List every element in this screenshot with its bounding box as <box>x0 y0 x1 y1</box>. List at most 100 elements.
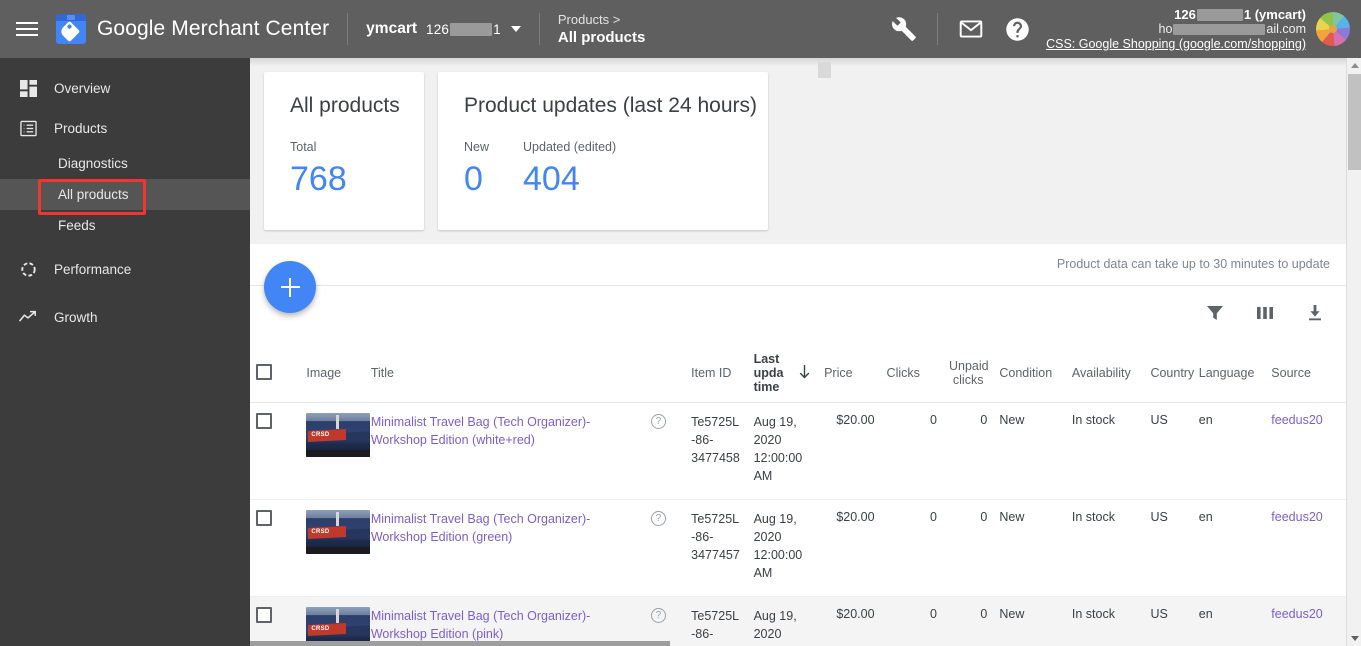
breadcrumb-current: All products <box>557 29 646 46</box>
source-link[interactable]: feedus20 <box>1271 607 1322 621</box>
vertical-scrollbar-thumb[interactable] <box>1348 74 1361 170</box>
product-title-link[interactable]: Minimalist Travel Bag (Tech Organizer)-W… <box>371 607 639 643</box>
column-header-availability[interactable]: Availability <box>1065 344 1145 403</box>
row-item-id: Te5725L-86- <box>685 596 748 646</box>
scroll-down-arrow-icon[interactable] <box>1347 631 1361 646</box>
sidebar-item-all-products[interactable]: All products <box>0 179 250 210</box>
column-header-last-update-time[interactable]: Last upda time <box>747 344 819 403</box>
column-header-language[interactable]: Language <box>1192 344 1266 403</box>
product-title-link[interactable]: Minimalist Travel Bag (Tech Organizer)-W… <box>371 413 639 449</box>
css-provider-link[interactable]: CSS: Google Shopping (google.com/shoppin… <box>1046 37 1306 52</box>
row-price: $20.00 <box>818 596 881 646</box>
metric-label: Updated (edited) <box>523 140 617 154</box>
products-table-wrapper[interactable]: Image Title Item ID Last upda time Price… <box>250 344 1346 646</box>
row-unpaid-clicks: 0 <box>943 499 994 597</box>
scroll-up-arrow-icon[interactable] <box>1347 58 1361 73</box>
row-country: US <box>1144 499 1193 597</box>
row-checkbox[interactable] <box>256 607 272 623</box>
column-header-unpaid-clicks[interactable]: Unpaid clicks <box>943 344 994 403</box>
metric-total: Total 768 <box>290 140 398 198</box>
row-last-update-time: Aug 19, 2020 <box>747 596 819 646</box>
circle-segments-icon <box>18 261 38 278</box>
select-all-header <box>250 344 301 403</box>
divider-4 <box>250 285 1346 286</box>
vertical-scrollbar[interactable] <box>1346 58 1361 646</box>
column-header-price[interactable]: Price <box>818 344 881 403</box>
sidebar-item-label: All products <box>58 187 129 202</box>
avatar[interactable] <box>1316 12 1350 46</box>
metric-label: Total <box>290 140 317 154</box>
sidebar-item-feeds[interactable]: Feeds <box>0 210 250 241</box>
table-row[interactable]: CRSD Minimalist Travel Bag (Tech Organiz… <box>250 499 1346 597</box>
question-mark-circle-icon[interactable] <box>994 0 1040 58</box>
redacted-block-2 <box>1196 9 1243 22</box>
column-header-condition[interactable]: Condition <box>993 344 1066 403</box>
download-icon[interactable] <box>1304 302 1326 324</box>
envelope-icon[interactable] <box>948 0 994 58</box>
question-mark-circle-icon[interactable]: ? <box>650 511 666 526</box>
column-header-image[interactable]: Image <box>300 344 365 403</box>
row-country: US <box>1144 596 1193 646</box>
question-mark-circle-icon[interactable]: ? <box>650 608 666 623</box>
row-source-cell: feedus20 <box>1265 402 1346 500</box>
column-header-clicks[interactable]: Clicks <box>880 344 943 403</box>
source-link[interactable]: feedus20 <box>1271 413 1322 427</box>
chevron-down-icon[interactable] <box>510 26 521 32</box>
row-select-cell <box>250 596 301 646</box>
select-all-checkbox[interactable] <box>256 363 272 380</box>
brand-logo-group[interactable]: Google Merchant Center <box>56 14 329 44</box>
table-row[interactable]: CRSD Minimalist Travel Bag (Tech Organiz… <box>250 402 1346 500</box>
card-all-products: All products Total 768 <box>264 72 424 230</box>
product-thumbnail[interactable]: CRSD <box>306 510 371 554</box>
divider <box>347 13 349 45</box>
row-language: en <box>1192 499 1266 597</box>
sidebar-item-diagnostics[interactable]: Diagnostics <box>0 148 250 179</box>
row-title-cell: Minimalist Travel Bag (Tech Organizer)-W… <box>364 499 645 597</box>
question-mark-circle-icon[interactable]: ? <box>650 414 666 429</box>
row-checkbox[interactable] <box>256 510 272 526</box>
arrow-down-icon[interactable] <box>798 364 811 382</box>
product-title-link[interactable]: Minimalist Travel Bag (Tech Organizer)-W… <box>371 510 639 546</box>
row-checkbox[interactable] <box>256 413 272 429</box>
row-condition: New <box>993 499 1066 597</box>
columns-icon[interactable] <box>1254 302 1276 324</box>
product-thumbnail[interactable]: CRSD <box>306 413 371 457</box>
sidebar-item-growth[interactable]: Growth <box>0 297 250 337</box>
scroll-nub[interactable] <box>818 62 831 78</box>
sidebar-item-products[interactable]: Products <box>0 108 250 148</box>
breadcrumb-parent[interactable]: Products > <box>558 11 646 29</box>
column-header-country[interactable]: Country <box>1144 344 1194 403</box>
row-clicks: 0 <box>880 499 943 597</box>
account-switcher[interactable]: ymcart 126 1 <box>366 20 521 38</box>
merchant-center-tag-icon <box>56 14 86 44</box>
row-image-cell: CRSD <box>300 402 371 500</box>
metric-updated: Updated (edited) 404 <box>523 140 616 198</box>
card-title: Product updates (last 24 hours) <box>464 94 757 117</box>
dashboard-icon <box>18 79 38 97</box>
hamburger-menu-icon[interactable] <box>0 0 54 58</box>
column-header-title[interactable]: Title <box>364 344 645 403</box>
card-product-updates: Product updates (last 24 hours) New 0 Up… <box>438 72 768 230</box>
row-last-update-time: Aug 19, 2020 12:00:00 AM <box>747 499 819 597</box>
column-header-item-id[interactable]: Item ID <box>685 344 748 403</box>
table-row[interactable]: CRSD Minimalist Travel Bag (Tech Organiz… <box>250 596 1346 646</box>
row-country: US <box>1144 402 1193 500</box>
horizontal-scrollbar-thumb[interactable] <box>250 641 670 646</box>
sidebar-item-performance[interactable]: Performance <box>0 249 250 289</box>
sidebar-item-label: Diagnostics <box>58 156 128 171</box>
sidebar-item-label: Overview <box>54 80 111 96</box>
sidebar-item-label: Feeds <box>58 218 96 233</box>
column-header-source[interactable]: Source <box>1265 344 1346 403</box>
row-image-cell: CRSD <box>300 596 371 646</box>
divider-3 <box>937 13 939 45</box>
trend-up-icon <box>18 308 38 326</box>
wrench-icon[interactable] <box>881 0 927 58</box>
row-title-cell: Minimalist Travel Bag (Tech Organizer)-W… <box>364 596 645 646</box>
sidebar-item-overview[interactable]: Overview <box>0 68 250 108</box>
filter-icon[interactable] <box>1204 302 1226 324</box>
sidebar-item-label: Growth <box>54 309 98 325</box>
row-help-cell: ? <box>644 596 686 646</box>
source-link[interactable]: feedus20 <box>1271 510 1322 524</box>
add-product-button[interactable] <box>264 261 316 313</box>
row-item-id: Te5725L-86-3477458 <box>685 402 748 500</box>
